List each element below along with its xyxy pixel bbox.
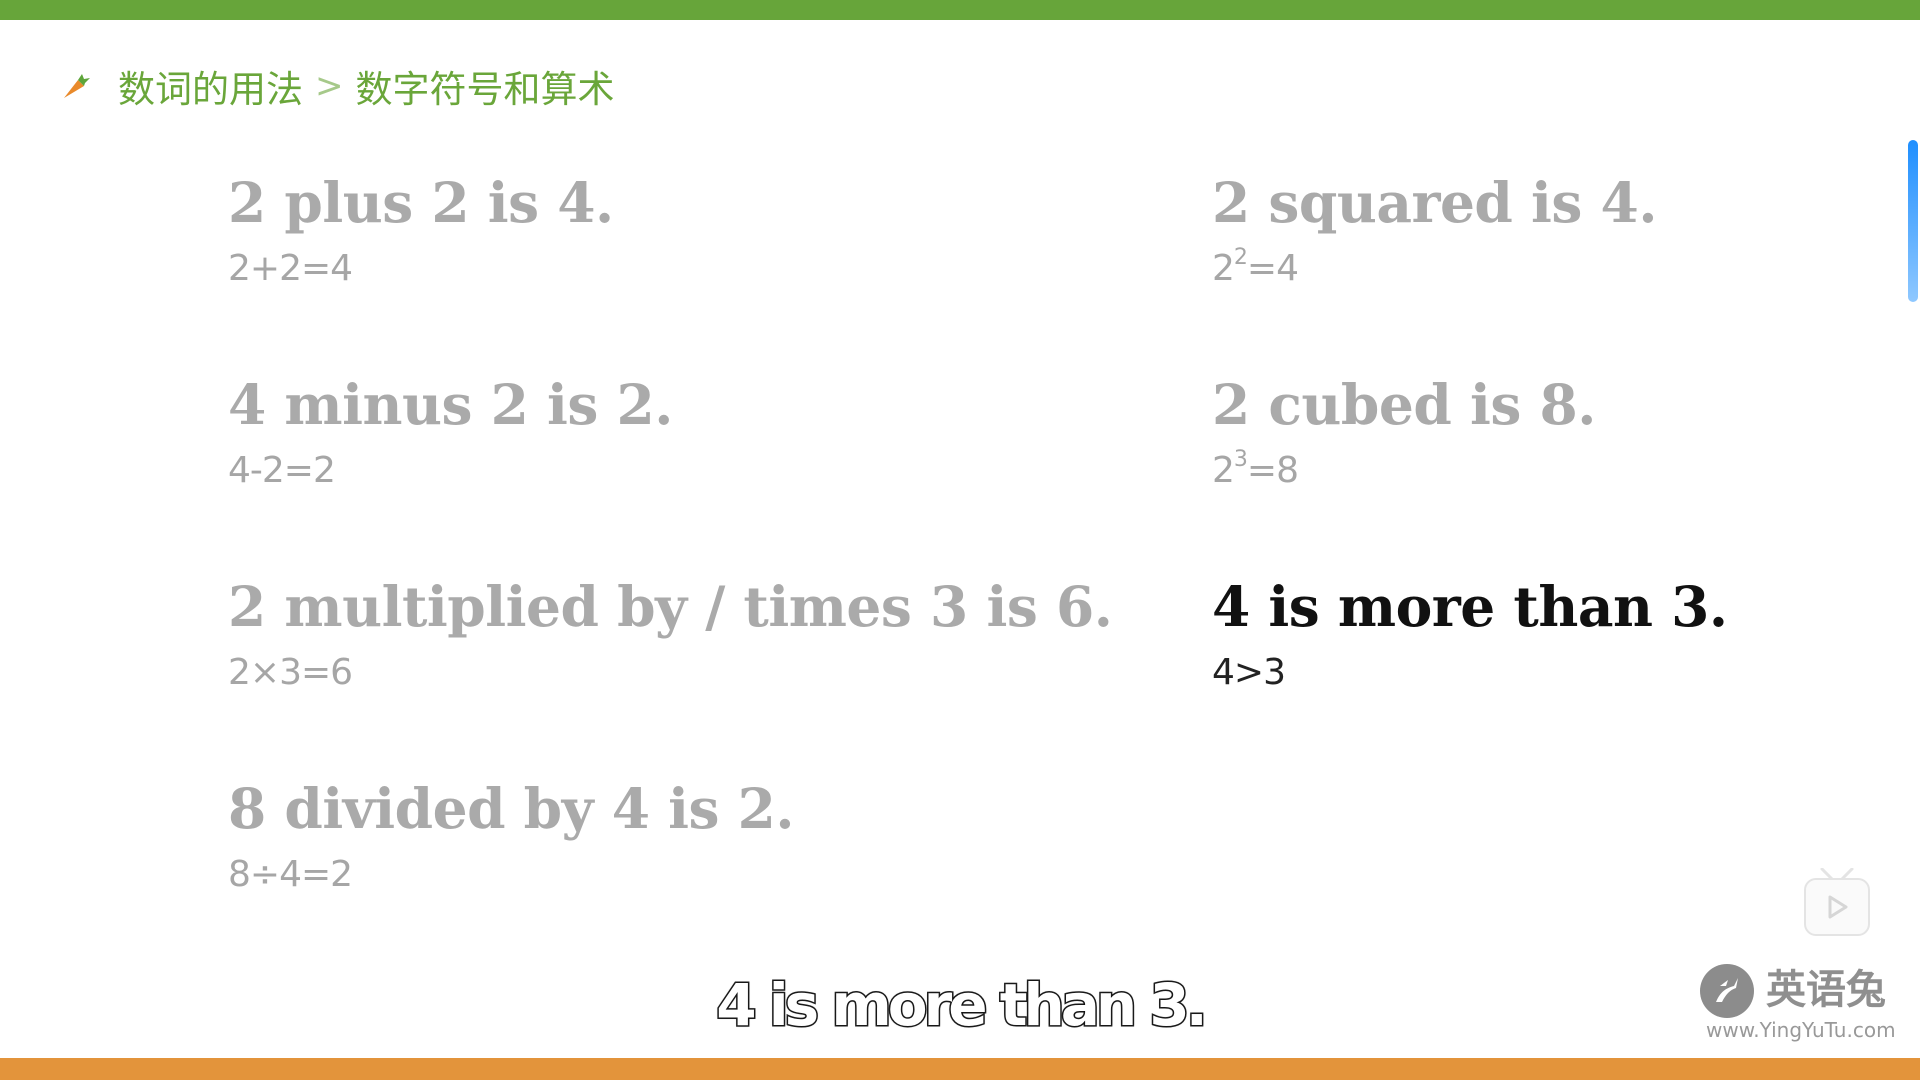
expression-formula: 8÷4=2 <box>228 854 353 895</box>
breadcrumb-separator: > <box>315 66 344 106</box>
top-accent-bar <box>0 0 1920 20</box>
tv-antenna-right <box>1840 868 1854 880</box>
rabbit-icon <box>1700 964 1754 1018</box>
expression-formula: 4-2=2 <box>228 450 336 491</box>
video-subtitle: 4 is more than 3. <box>715 970 1210 1041</box>
expression-item-squared: 2 squared is 4. 22=4 <box>1212 168 1657 294</box>
formula-rest: =8 <box>1246 450 1299 491</box>
expression-formula: 2+2=4 <box>228 248 353 289</box>
formula-base: 2 <box>1212 248 1235 289</box>
expression-text: 8 divided by 4 is 2. <box>228 776 795 841</box>
formula-exponent: 3 <box>1233 447 1248 472</box>
tv-antenna-left <box>1820 868 1834 880</box>
play-button[interactable] <box>1804 868 1870 936</box>
expression-text: 2 multiplied by / times 3 is 6. <box>228 574 1113 639</box>
bottom-accent-bar <box>0 1058 1920 1080</box>
expression-item-minus: 4 minus 2 is 2. 4-2=2 <box>228 370 673 496</box>
expression-item-plus: 2 plus 2 is 4. 2+2=4 <box>228 168 614 294</box>
formula-exponent: 2 <box>1233 245 1248 270</box>
expression-text: 2 squared is 4. <box>1212 170 1657 235</box>
expression-item-cubed: 2 cubed is 8. 23=8 <box>1212 370 1596 496</box>
expression-text: 2 plus 2 is 4. <box>228 170 614 235</box>
expression-item-divided: 8 divided by 4 is 2. 8÷4=2 <box>228 774 795 900</box>
formula-rest: =4 <box>1246 248 1299 289</box>
expression-text: 4 is more than 3. <box>1212 574 1728 639</box>
play-icon <box>1828 895 1848 919</box>
breadcrumb-current: 数字符号和算术 <box>355 68 615 111</box>
breadcrumb-parent[interactable]: 数词的用法 <box>118 59 303 113</box>
expression-formula: 2×3=6 <box>228 652 353 693</box>
expression-text: 2 cubed is 8. <box>1212 372 1596 437</box>
expression-formula: 4>3 <box>1212 652 1286 693</box>
scroll-indicator[interactable] <box>1908 140 1918 302</box>
expression-formula: 23=8 <box>1212 446 1596 496</box>
expression-text: 4 minus 2 is 2. <box>228 372 673 437</box>
expression-item-more-than: 4 is more than 3. 4>3 <box>1212 572 1728 698</box>
brand-url: www.YingYuTu.com <box>1706 1018 1896 1042</box>
breadcrumb: 数词的用法 > 数字符号和算术 <box>60 58 615 114</box>
brand-logo: 英语兔 www.YingYuTu.com <box>1700 962 1896 1042</box>
brand-name: 英语兔 <box>1766 966 1886 1013</box>
expression-formula: 22=4 <box>1212 244 1657 294</box>
expression-item-times: 2 multiplied by / times 3 is 6. 2×3=6 <box>228 572 1113 698</box>
carrot-icon <box>64 74 90 98</box>
formula-base: 2 <box>1212 450 1235 491</box>
